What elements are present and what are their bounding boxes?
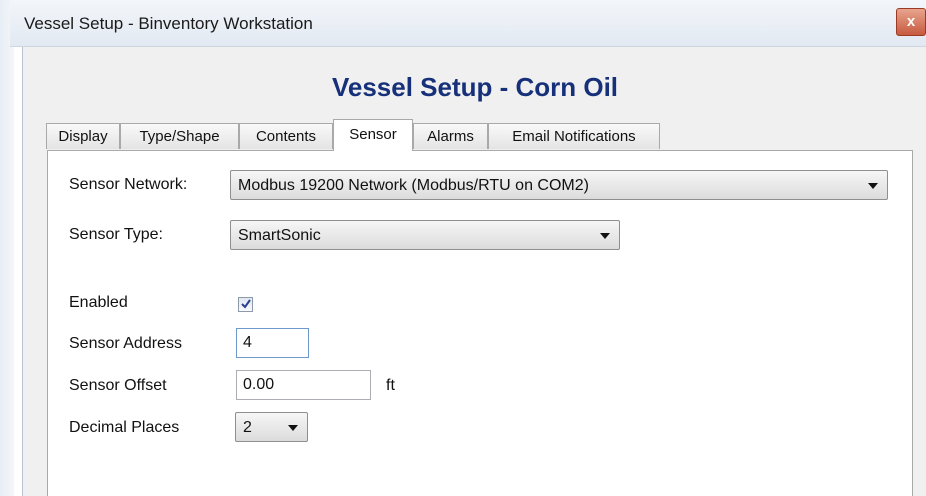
sensor-offset-label: Sensor Offset [69, 377, 167, 394]
chevron-down-icon [868, 183, 878, 189]
sensor-type-label: Sensor Type: [69, 226, 163, 243]
chevron-down-icon [288, 425, 298, 431]
title-bar[interactable]: Vessel Setup - Binventory Workstation x [10, 0, 926, 47]
decimal-places-value: 2 [243, 419, 252, 436]
sensor-network-value: Modbus 19200 Network (Modbus/RTU on COM2… [238, 177, 589, 194]
sensor-network-dropdown[interactable]: Modbus 19200 Network (Modbus/RTU on COM2… [230, 170, 888, 200]
sensor-tab-panel: Sensor Network: Modbus 19200 Network (Mo… [47, 150, 913, 496]
checkmark-icon [241, 299, 251, 309]
tab-display[interactable]: Display [46, 123, 120, 149]
sensor-address-field[interactable] [236, 328, 309, 358]
tab-alarms[interactable]: Alarms [413, 123, 488, 149]
sensor-network-label: Sensor Network: [69, 176, 188, 193]
sensor-offset-input[interactable] [237, 371, 370, 399]
close-icon: x [906, 13, 916, 30]
sensor-type-dropdown[interactable]: SmartSonic [230, 220, 620, 250]
tab-email-notifications[interactable]: Email Notifications [488, 123, 660, 149]
sensor-address-label: Sensor Address [69, 335, 182, 352]
sensor-address-input[interactable] [237, 329, 308, 357]
tab-contents[interactable]: Contents [239, 123, 333, 149]
tab-sensor[interactable]: Sensor [333, 119, 413, 151]
sensor-type-value: SmartSonic [238, 227, 321, 244]
decimal-places-dropdown[interactable]: 2 [235, 412, 308, 442]
sensor-offset-field[interactable] [236, 370, 371, 400]
dialog-client-area: Vessel Setup - Corn Oil Display Type/Sha… [22, 47, 926, 496]
decimal-places-label: Decimal Places [69, 419, 180, 436]
tab-type-shape[interactable]: Type/Shape [120, 123, 239, 149]
enabled-checkbox[interactable] [238, 297, 253, 312]
chevron-down-icon [600, 233, 610, 239]
window-left-edge [0, 0, 14, 496]
dialog-heading: Vessel Setup - Corn Oil [331, 72, 619, 102]
close-button[interactable]: x [896, 8, 926, 36]
sensor-offset-unit: ft [386, 377, 395, 394]
vessel-setup-window: Vessel Setup - Binventory Workstation x … [0, 0, 926, 496]
enabled-label: Enabled [69, 294, 128, 311]
window-title: Vessel Setup - Binventory Workstation [24, 14, 313, 33]
